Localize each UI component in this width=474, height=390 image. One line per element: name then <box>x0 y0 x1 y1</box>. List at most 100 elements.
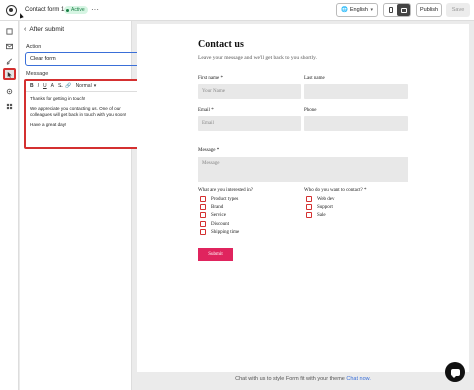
format-select-value: Normal <box>75 83 92 89</box>
action-select[interactable]: Clear form ▾ <box>25 52 147 66</box>
checkbox-option[interactable]: Shipping time <box>200 229 239 235</box>
editor-line: Thanks for getting in touch! <box>30 96 86 101</box>
message-label: Message <box>26 71 49 77</box>
action-select-value: Clear form <box>30 56 56 62</box>
chevron-down-icon: ▾ <box>93 83 97 89</box>
status-badge-label: Active <box>71 7 85 13</box>
editor-line: Have a great day! <box>30 122 67 127</box>
checkbox[interactable] <box>200 204 206 210</box>
mobile-icon <box>388 7 393 13</box>
message-field[interactable]: Message <box>198 157 408 182</box>
email-field[interactable]: Email <box>198 116 301 131</box>
after-submit-panel: ‹ After submit Action Clear form ▾ Messa… <box>20 21 149 390</box>
more-options-icon[interactable]: ··· <box>91 5 99 14</box>
desktop-view-button[interactable] <box>397 4 410 16</box>
phone-label: Phone <box>304 108 317 113</box>
checkbox[interactable] <box>200 229 206 235</box>
first-name-label: First name * <box>198 76 223 81</box>
interests-label: What are you interested in? <box>198 188 253 193</box>
tool-rail <box>0 21 19 390</box>
save-button[interactable]: Save <box>446 3 470 17</box>
message-field-label: Message * <box>198 148 220 153</box>
top-bar: Contact form 1 Active ··· 🌐 English ▾ Pu… <box>0 0 474 21</box>
language-value: English <box>349 7 368 13</box>
chat-icon <box>450 368 460 378</box>
chat-now-link[interactable]: Chat now. <box>346 376 370 382</box>
rail-item-integrations[interactable] <box>3 100 16 112</box>
language-select[interactable]: 🌐 English ▾ <box>336 3 378 17</box>
checkbox-option[interactable]: Support <box>306 204 333 210</box>
layers-icon <box>6 27 13 35</box>
footer-note: Chat with us to style Form fit with your… <box>137 376 469 382</box>
status-dot-icon <box>66 8 69 12</box>
editor-line: We appreciate you contacting us. One of … <box>30 106 127 117</box>
publish-button[interactable]: Publish <box>416 3 442 17</box>
checkbox-option[interactable]: Brand <box>200 204 223 210</box>
rail-item-design[interactable] <box>3 55 16 67</box>
rail-item-email[interactable] <box>3 40 16 52</box>
app-logo-icon[interactable] <box>6 5 17 16</box>
format-select[interactable]: Normal ▾ <box>76 83 97 89</box>
checkbox-label: Product types <box>211 196 239 202</box>
italic-icon[interactable]: I <box>38 83 39 89</box>
mobile-view-button[interactable] <box>384 4 397 16</box>
contact-label: Who do you want to contact? * <box>304 188 367 193</box>
checkbox-option[interactable]: Sale <box>306 212 326 218</box>
mail-icon <box>6 43 13 49</box>
status-badge: Active <box>64 6 88 14</box>
underline-icon[interactable]: U <box>43 83 47 89</box>
checkbox-label: Discount <box>211 221 230 227</box>
rail-item-settings[interactable] <box>3 85 16 97</box>
back-arrow-icon[interactable]: ‹ <box>24 26 26 33</box>
grid-icon <box>6 103 13 109</box>
chevron-down-icon: ▾ <box>370 7 373 13</box>
checkbox-option[interactable]: Service <box>200 212 226 218</box>
globe-icon: 🌐 <box>341 7 348 13</box>
desktop-icon <box>400 7 407 13</box>
contact-form-preview: Contact us Leave your message and we'll … <box>137 24 469 372</box>
checkbox-option[interactable]: Product types <box>200 196 238 202</box>
gear-icon <box>6 88 13 94</box>
action-label: Action <box>26 44 42 50</box>
rail-item-elements[interactable] <box>3 25 16 37</box>
chat-launcher-button[interactable] <box>445 362 465 382</box>
checkbox[interactable] <box>306 196 312 202</box>
phone-field[interactable] <box>304 116 408 131</box>
checkbox-label: Shipping time <box>211 229 240 235</box>
form-subtitle: Leave your message and we'll get back to… <box>198 55 317 61</box>
submit-button[interactable]: Submit <box>198 248 233 261</box>
footer-note-text: Chat with us to style Form fit with your… <box>235 376 345 382</box>
panel-title: After submit <box>29 26 65 33</box>
checkbox[interactable] <box>200 212 206 218</box>
checkbox-label: Web dev <box>317 196 335 202</box>
cursor-click-icon <box>7 71 12 78</box>
preview-canvas: Contact us Leave your message and we'll … <box>137 21 474 373</box>
checkbox-label: Service <box>211 212 226 218</box>
bold-icon[interactable]: B <box>30 83 34 89</box>
checkbox[interactable] <box>306 212 312 218</box>
device-toggle <box>383 3 411 17</box>
editor-toolbar: B I U A S̶ 🔗 Normal ▾ <box>26 81 147 92</box>
last-name-field[interactable] <box>304 84 408 99</box>
email-label: Email * <box>198 108 214 113</box>
message-editor[interactable]: B I U A S̶ 🔗 Normal ▾ Thanks for getting… <box>24 79 149 149</box>
brush-icon <box>6 58 12 65</box>
strikethrough-icon[interactable]: S̶ <box>58 83 61 89</box>
form-title: Contact form 1 <box>25 7 65 13</box>
link-icon[interactable]: 🔗 <box>65 83 71 89</box>
editor-content[interactable]: Thanks for getting in touch! We apprecia… <box>26 92 147 128</box>
checkbox-option[interactable]: Web dev <box>306 196 335 202</box>
rail-item-after-submit[interactable] <box>3 68 16 80</box>
checkbox-label: Sale <box>317 212 326 218</box>
first-name-field[interactable]: Your Name <box>198 84 301 99</box>
last-name-label: Last name <box>304 76 325 81</box>
panel-header: ‹ After submit <box>24 26 64 33</box>
checkbox-option[interactable]: Discount <box>200 221 229 227</box>
checkbox-label: Support <box>317 204 333 210</box>
checkbox[interactable] <box>200 221 206 227</box>
text-color-icon[interactable]: A <box>51 83 54 89</box>
form-heading: Contact us <box>198 39 244 50</box>
checkbox-label: Brand <box>211 204 224 210</box>
checkbox[interactable] <box>306 204 312 210</box>
checkbox[interactable] <box>200 196 206 202</box>
